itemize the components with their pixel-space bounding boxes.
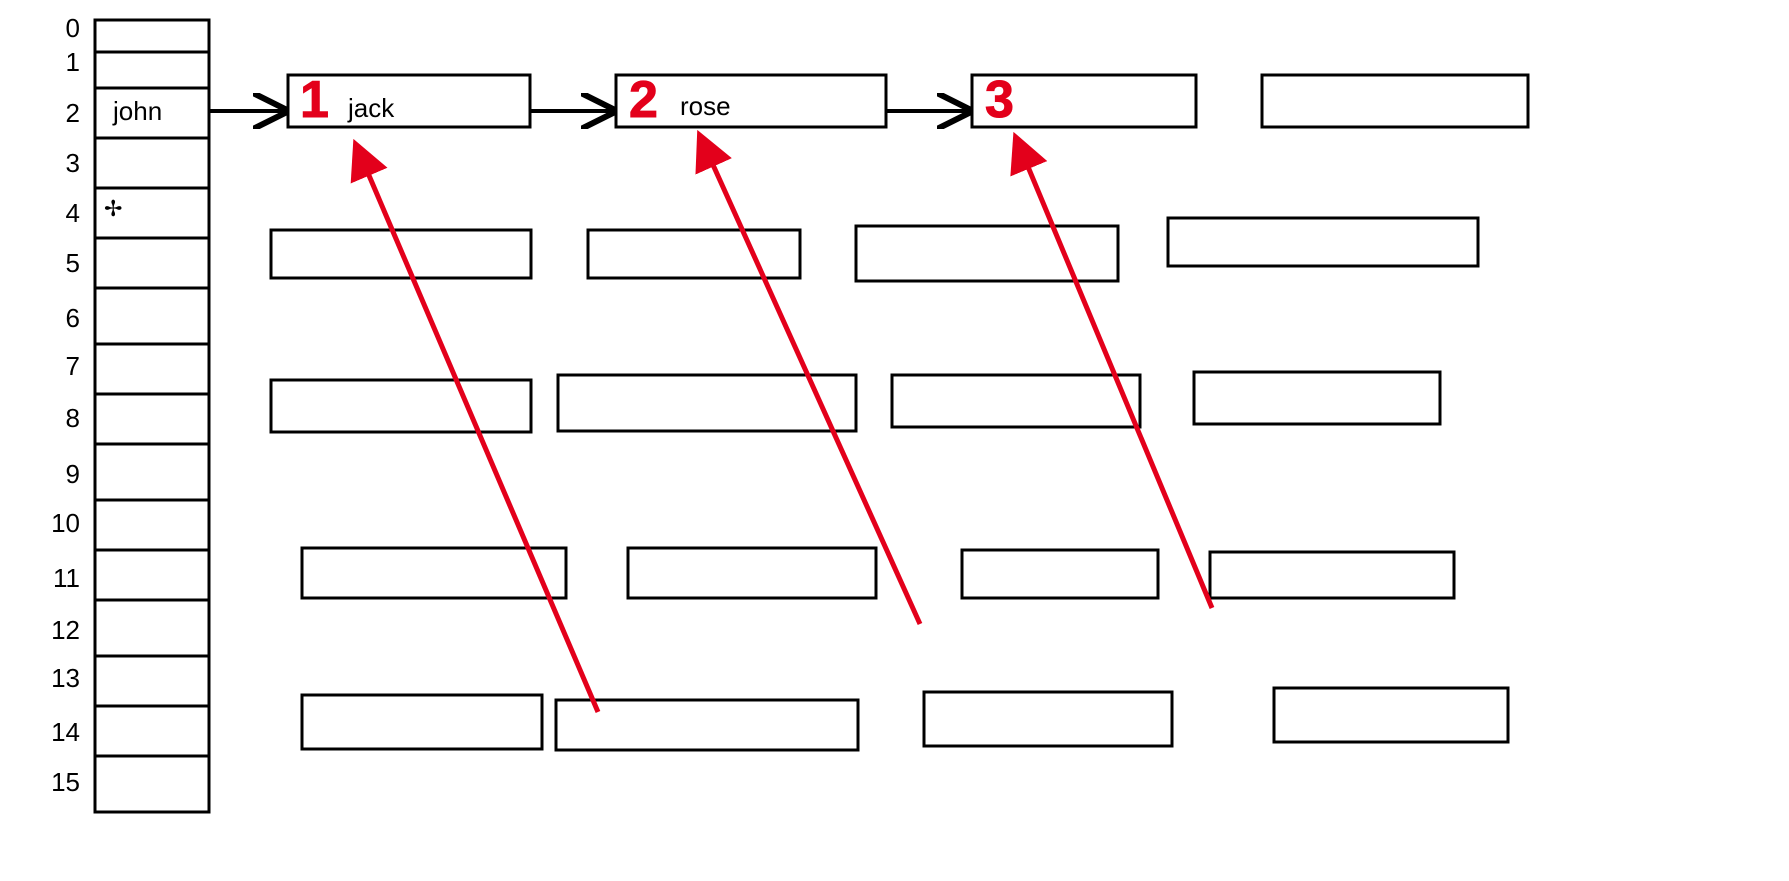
slot-label-8: 8 xyxy=(66,403,80,433)
grid-r1-c2 xyxy=(588,230,800,278)
annotation-3: 3 xyxy=(985,71,1014,129)
slot-label-11: 11 xyxy=(53,563,80,593)
grid-r3-c2 xyxy=(628,548,876,598)
slot-label-5: 5 xyxy=(66,248,80,278)
chain-node-2-label: rose xyxy=(680,91,731,121)
grid-r2-c1 xyxy=(271,380,531,432)
hash-table-column: 0 1 2 john 3 4 ✢ 5 6 7 8 9 10 11 xyxy=(51,13,209,812)
slot-13 xyxy=(95,656,209,706)
grid-r3-c1 xyxy=(302,548,566,598)
grid-r4-c4 xyxy=(1274,688,1508,742)
slot-label-14: 14 xyxy=(51,717,80,747)
slot-12 xyxy=(95,600,209,656)
chain-node-1-label: jack xyxy=(347,93,395,123)
grid-rows xyxy=(271,218,1508,750)
grid-r4-c2 xyxy=(556,700,858,750)
slot-9 xyxy=(95,444,209,500)
slot-label-6: 6 xyxy=(66,303,80,333)
slot-label-4: 4 xyxy=(66,198,80,228)
slot-15 xyxy=(95,756,209,812)
chain-row: 1 jack 2 rose 3 xyxy=(209,71,1528,129)
slot-label-7: 7 xyxy=(66,351,80,381)
slot-6 xyxy=(95,288,209,344)
cursor-marker: ✢ xyxy=(104,196,122,221)
grid-r1-c3 xyxy=(856,226,1118,281)
slot-label-3: 3 xyxy=(66,148,80,178)
chain-extra-box xyxy=(1262,75,1528,127)
slot-label-2: 2 xyxy=(66,98,80,128)
grid-r2-c4 xyxy=(1194,372,1440,424)
slot-label-10: 10 xyxy=(51,508,80,538)
grid-r4-c1 xyxy=(302,695,542,749)
slot-0 xyxy=(95,20,209,52)
annotation-2: 2 xyxy=(629,71,658,129)
grid-r3-c3 xyxy=(962,550,1158,598)
slot-label-15: 15 xyxy=(51,767,80,797)
slot-2-value: john xyxy=(112,96,162,126)
slot-3 xyxy=(95,138,209,188)
grid-r4-c3 xyxy=(924,692,1172,746)
slot-5 xyxy=(95,238,209,288)
slot-11 xyxy=(95,550,209,600)
grid-r2-c3 xyxy=(892,375,1140,427)
slot-8 xyxy=(95,394,209,444)
slot-label-0: 0 xyxy=(66,13,80,43)
slot-label-13: 13 xyxy=(51,663,80,693)
slot-label-1: 1 xyxy=(66,47,80,77)
slot-10 xyxy=(95,500,209,550)
grid-r1-c4 xyxy=(1168,218,1478,266)
slot-label-9: 9 xyxy=(66,459,80,489)
slot-label-12: 12 xyxy=(51,615,80,645)
slot-7 xyxy=(95,344,209,394)
slot-14 xyxy=(95,706,209,756)
slot-1 xyxy=(95,52,209,88)
grid-r3-c4 xyxy=(1210,552,1454,598)
annotation-1: 1 xyxy=(300,71,329,129)
red-arrow-3 xyxy=(1016,138,1212,608)
